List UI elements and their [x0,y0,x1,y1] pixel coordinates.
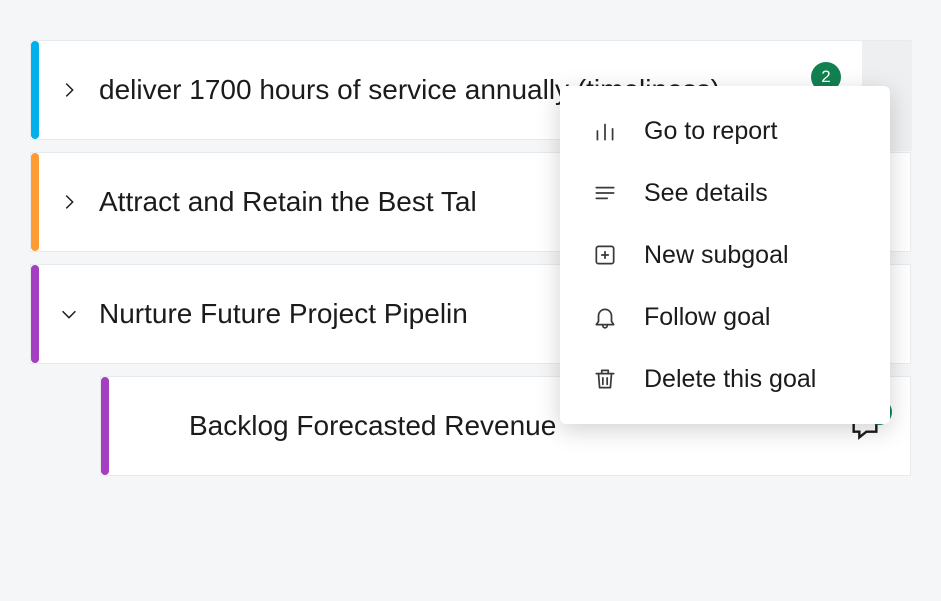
menu-new-subgoal[interactable]: New subgoal [560,224,890,286]
status-stripe [31,41,39,139]
menu-label: Go to report [644,117,777,146]
menu-label: Follow goal [644,303,770,332]
chevron-right-icon [58,79,80,101]
menu-label: See details [644,179,768,208]
menu-follow-goal[interactable]: Follow goal [560,286,890,348]
expand-toggle[interactable] [39,79,99,101]
expand-toggle[interactable] [39,303,99,325]
menu-delete-goal[interactable]: Delete this goal [560,348,890,410]
expand-toggle[interactable] [39,191,99,213]
goal-context-menu: Go to report See details New subgoal Fol… [560,86,890,424]
chevron-down-icon [58,303,80,325]
chevron-right-icon [58,191,80,213]
bar-chart-icon [590,116,620,146]
menu-label: Delete this goal [644,365,816,394]
menu-label: New subgoal [644,241,789,270]
status-stripe [31,265,39,363]
status-stripe [101,377,109,475]
trash-icon [590,364,620,394]
list-icon [590,178,620,208]
status-stripe [31,153,39,251]
plus-square-icon [590,240,620,270]
bell-icon [590,302,620,332]
menu-see-details[interactable]: See details [560,162,890,224]
menu-go-to-report[interactable]: Go to report [560,100,890,162]
